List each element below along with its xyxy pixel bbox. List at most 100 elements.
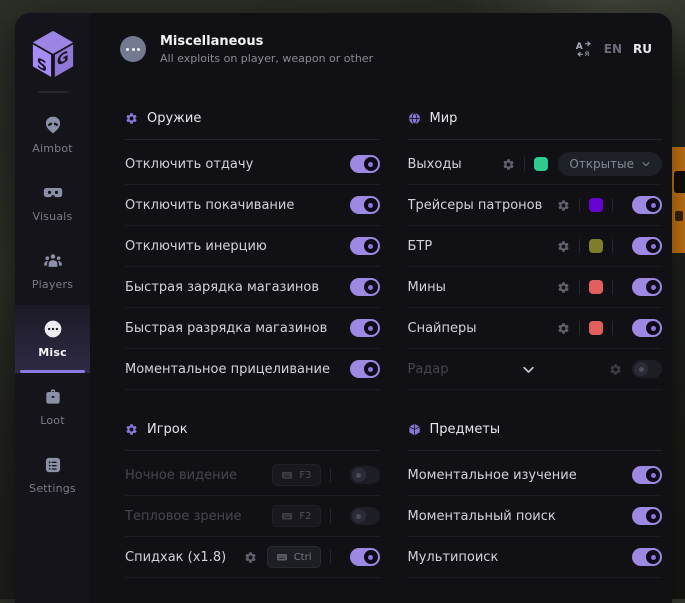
hotkey-label: F3 (299, 470, 311, 481)
section-weapon: Оружие Отключить отдачуОтключить покачива… (125, 95, 380, 390)
toggle-switch[interactable] (632, 466, 662, 484)
gear-icon[interactable] (557, 281, 570, 294)
sidebar-item-visuals[interactable]: Visuals (15, 169, 90, 237)
chevron-down-icon[interactable] (521, 362, 536, 377)
setting-label: Мины (408, 280, 558, 295)
toggle-switch[interactable] (350, 237, 380, 255)
toggle-switch[interactable] (632, 507, 662, 525)
toggle-switch[interactable] (350, 319, 380, 337)
toggle-knob (646, 550, 660, 564)
control-divider (330, 550, 331, 564)
toggle-switch[interactable] (350, 466, 380, 484)
setting-row: Трейсеры патронов (408, 185, 663, 226)
sidebar: S G AimbotVisualsPlayersMiscLootSettings (15, 13, 90, 603)
section-rows: Отключить отдачуОтключить покачиваниеОтк… (125, 144, 380, 390)
setting-row: Мины (408, 267, 663, 308)
hotkey-label: Ctrl (294, 552, 312, 563)
sidebar-item-players[interactable]: Players (15, 237, 90, 305)
sidebar-item-label: Settings (29, 482, 76, 495)
toggle-switch[interactable] (632, 319, 662, 337)
toggle-knob (364, 280, 378, 294)
toggle-knob (364, 157, 378, 171)
sidebar-item-aimbot[interactable]: Aimbot (15, 101, 90, 169)
gear-icon[interactable] (557, 199, 570, 212)
setting-row: Радар (408, 349, 663, 390)
ellipsis-avatar-icon (120, 36, 146, 62)
control-divider (612, 239, 613, 253)
alien-icon (43, 115, 63, 135)
color-swatch[interactable] (589, 280, 603, 294)
sidebar-item-label: Loot (40, 414, 65, 427)
control-divider (330, 509, 331, 523)
gear-icon (125, 112, 138, 125)
control-divider (579, 239, 580, 253)
control-divider (579, 198, 580, 212)
toggle-switch[interactable] (632, 278, 662, 296)
lang-ru-button[interactable]: RU (633, 42, 652, 56)
setting-label: Спидхак (x1.8) (125, 550, 244, 565)
page-subtitle: All exploits on player, weapon or other (160, 52, 373, 65)
toggle-switch[interactable] (632, 237, 662, 255)
lang-en-button[interactable]: EN (604, 42, 622, 56)
toggle-switch[interactable] (632, 196, 662, 214)
sidebar-item-label: Visuals (33, 210, 73, 223)
hotkey-badge[interactable]: Ctrl (267, 546, 321, 568)
setting-row: Спидхак (x1.8) Ctrl (125, 537, 380, 578)
sidebar-item-misc[interactable]: Misc (15, 305, 90, 373)
toggle-switch[interactable] (350, 507, 380, 525)
main-panel: Miscellaneous All exploits on player, we… (90, 13, 672, 603)
toggle-switch[interactable] (350, 360, 380, 378)
setting-label: Тепловое зрение (125, 509, 272, 524)
setting-row: Быстрая зарядка магазинов (125, 267, 380, 308)
section-divider (125, 450, 380, 451)
globe-icon (408, 112, 421, 125)
section-header: Мир (408, 95, 663, 131)
gear-icon[interactable] (609, 363, 622, 376)
gear-icon[interactable] (502, 158, 515, 171)
cube-icon (408, 423, 421, 436)
toggle-switch[interactable] (350, 155, 380, 173)
gear-icon[interactable] (557, 322, 570, 335)
section-title: Оружие (147, 111, 201, 126)
control-divider (579, 321, 580, 335)
gear-icon[interactable] (244, 551, 257, 564)
color-swatch[interactable] (534, 157, 548, 171)
section-rows: Выходы Открытые Трейсеры патронов БТР Мины Сн… (408, 144, 663, 390)
control-divider (612, 321, 613, 335)
keyboard-icon (281, 469, 293, 481)
sidebar-item-settings[interactable]: Settings (15, 441, 90, 509)
section-title: Предметы (430, 422, 501, 437)
section-rows: Моментальное изучениеМоментальный поискМ… (408, 455, 663, 578)
gear-icon[interactable] (557, 240, 570, 253)
setting-row: Снайперы (408, 308, 663, 349)
color-swatch[interactable] (589, 321, 603, 335)
color-swatch[interactable] (589, 239, 603, 253)
toggle-switch[interactable] (632, 360, 662, 378)
setting-row: Отключить инерцию (125, 226, 380, 267)
setting-label: Трейсеры патронов (408, 198, 558, 213)
toggle-knob (646, 198, 660, 212)
section-items: Предметы Моментальное изучениеМоментальны… (408, 406, 663, 578)
hotkey-badge[interactable]: F2 (272, 505, 320, 527)
svg-text:я: я (584, 48, 589, 58)
players-icon (43, 251, 63, 271)
toggle-switch[interactable] (350, 278, 380, 296)
setting-label: Выходы (408, 157, 503, 172)
section-header: Предметы (408, 406, 663, 442)
background-game-mark (675, 211, 683, 221)
sidebar-item-label: Players (32, 278, 73, 291)
setting-row: Отключить отдачу (125, 144, 380, 185)
toggle-switch[interactable] (350, 196, 380, 214)
toggle-switch[interactable] (632, 548, 662, 566)
setting-label: БТР (408, 239, 558, 254)
gear-icon (125, 423, 138, 436)
hotkey-badge[interactable]: F3 (272, 464, 320, 486)
setting-label: Радар (408, 362, 449, 377)
color-swatch[interactable] (589, 198, 603, 212)
setting-row: Выходы Открытые (408, 144, 663, 185)
toggle-switch[interactable] (350, 548, 380, 566)
control-divider (612, 280, 613, 294)
dropdown-select[interactable]: Открытые (558, 152, 662, 176)
setting-label: Моментальное прицеливание (125, 362, 340, 377)
sidebar-item-loot[interactable]: Loot (15, 373, 90, 441)
